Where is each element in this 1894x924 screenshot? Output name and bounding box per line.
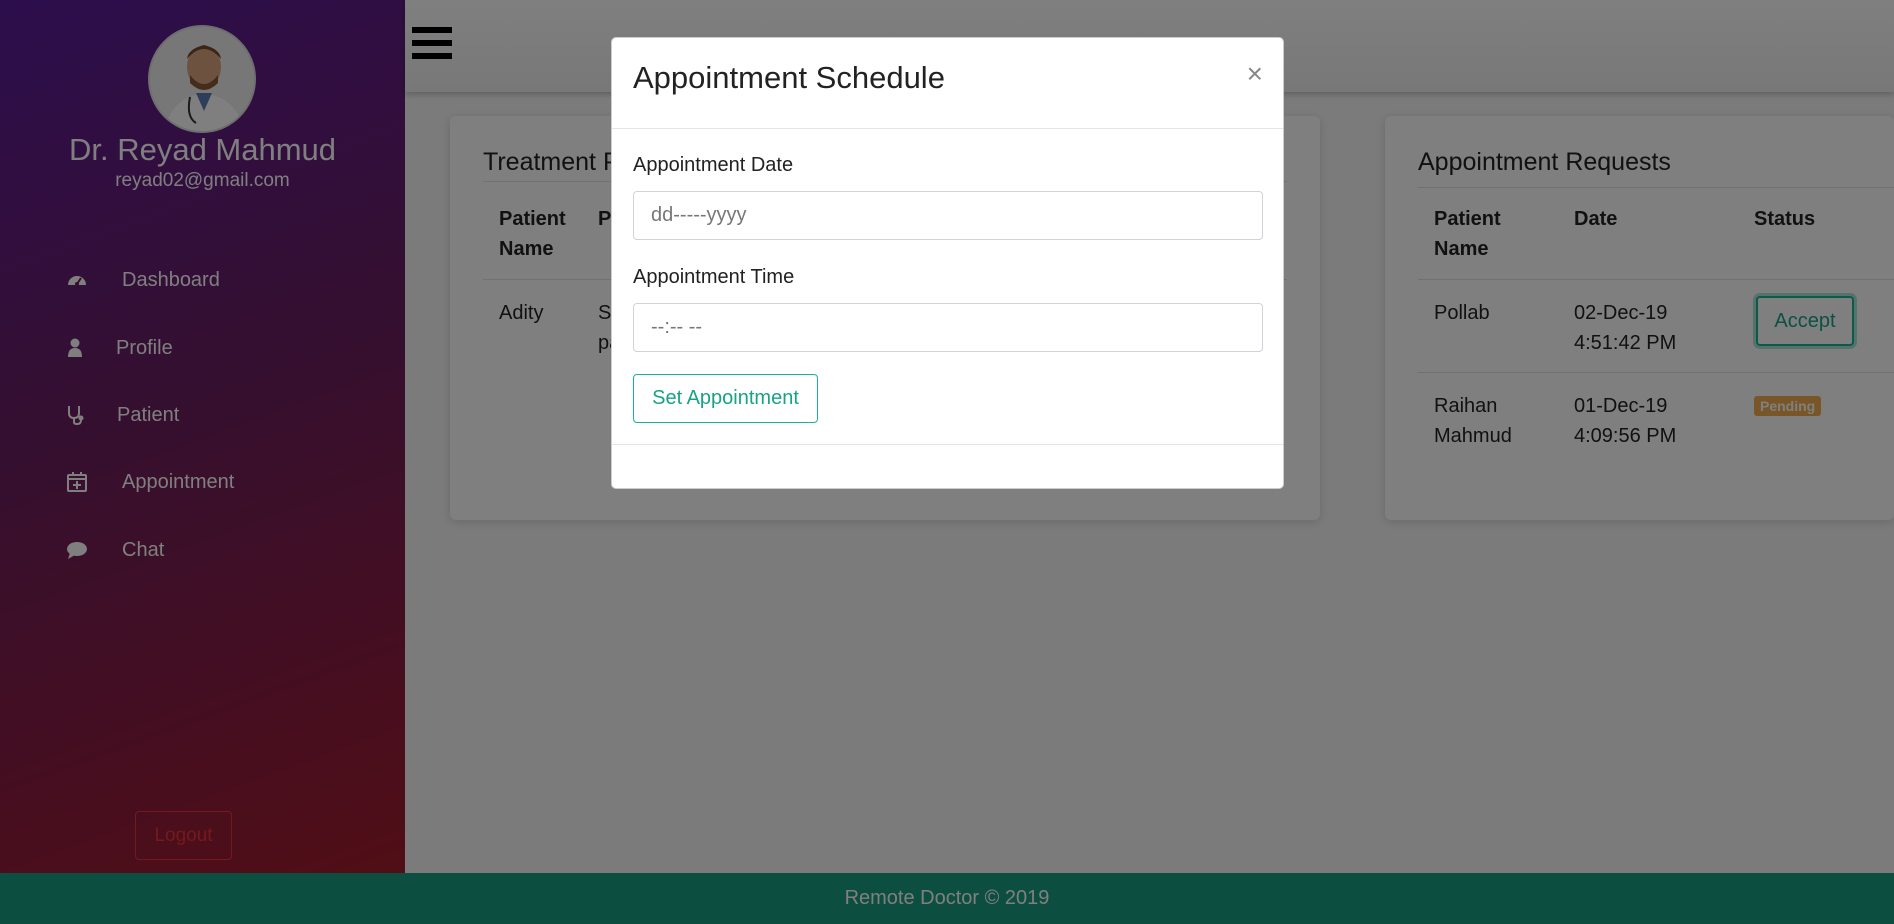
modal-title: Appointment Schedule — [633, 60, 945, 95]
date-label: Appointment Date — [633, 154, 794, 176]
appointment-time-input[interactable]: --:-- -- — [633, 303, 1263, 352]
close-icon[interactable]: × — [1247, 60, 1263, 88]
appointment-date-input[interactable]: dd-----yyyy — [633, 191, 1263, 240]
time-label: Appointment Time — [633, 266, 795, 288]
appointment-schedule-modal: Appointment Schedule × Appointment Date … — [611, 37, 1284, 489]
set-appointment-button[interactable]: Set Appointment — [633, 374, 818, 423]
